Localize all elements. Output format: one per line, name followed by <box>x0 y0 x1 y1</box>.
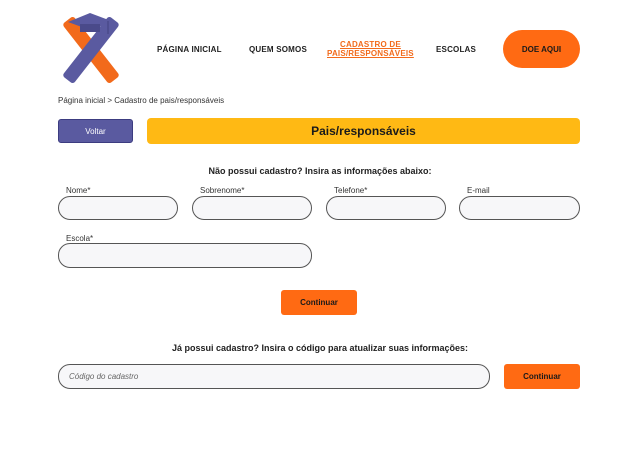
nav-parents-registration[interactable]: CADASTRO DE PAIS/RESPONSÁVEIS <box>327 40 414 58</box>
back-button[interactable]: Voltar <box>58 119 133 143</box>
telefone-input[interactable] <box>326 196 446 220</box>
continue-code-button[interactable]: Continuar <box>504 364 580 389</box>
graduation-logo-icon[interactable] <box>58 8 122 86</box>
telefone-label: Telefone* <box>334 186 368 195</box>
sobrenome-input[interactable] <box>192 196 312 220</box>
nav-home[interactable]: PÁGINA INICIAL <box>157 45 222 54</box>
page-title: Pais/responsáveis <box>311 124 416 138</box>
registration-code-input[interactable] <box>58 364 490 389</box>
email-label: E-mail <box>467 186 490 195</box>
nav-parents-line1: CADASTRO DE <box>339 40 401 49</box>
nav-schools[interactable]: ESCOLAS <box>436 45 476 54</box>
escola-label: Escola* <box>66 234 94 243</box>
new-registration-title: Não possui cadastro? Insira as informaçõ… <box>208 166 432 176</box>
logo-cap-band <box>80 24 100 32</box>
nav-about[interactable]: QUEM SOMOS <box>249 45 307 54</box>
breadcrumb: Página inicial > Cadastro de pais/respon… <box>58 96 225 105</box>
nome-label: Nome* <box>66 186 91 195</box>
existing-registration-title: Já possui cadastro? Insira o código para… <box>171 343 469 353</box>
page-title-banner: Pais/responsáveis <box>147 118 580 144</box>
donate-button[interactable]: DOE AQUI <box>503 30 580 68</box>
nav-parents-line2: PAIS/RESPONSÁVEIS <box>327 49 414 58</box>
email-input[interactable] <box>459 196 580 220</box>
escola-input[interactable] <box>58 243 312 268</box>
sobrenome-label: Sobrenome* <box>200 186 245 195</box>
continue-new-button[interactable]: Continuar <box>281 290 357 315</box>
nome-input[interactable] <box>58 196 178 220</box>
